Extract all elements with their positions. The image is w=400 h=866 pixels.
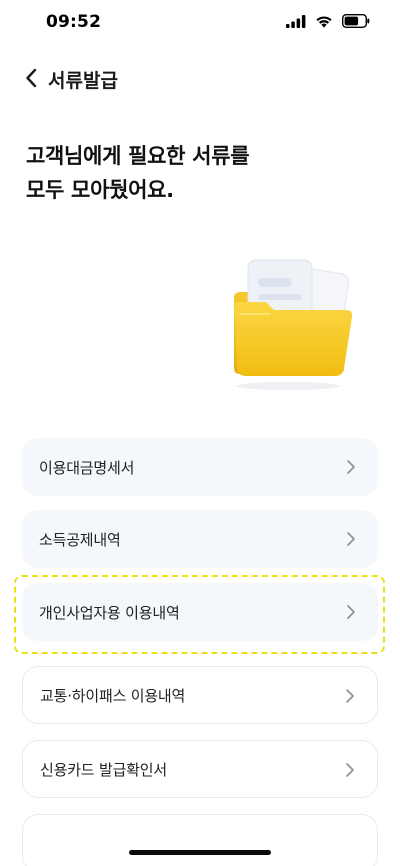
wifi-icon xyxy=(316,15,332,28)
list-item-label: 신용카드 발급확인서 xyxy=(40,760,167,779)
nav-bar: 서류발급 xyxy=(0,58,400,98)
chevron-left-icon xyxy=(26,68,37,88)
battery-icon xyxy=(342,14,370,28)
list-item-label: 개인사업자용 이용내역 xyxy=(39,603,180,622)
back-button[interactable] xyxy=(18,64,44,92)
list-item-label: 교통·하이패스 이용내역 xyxy=(40,686,186,705)
chevron-right-icon xyxy=(347,460,355,474)
headline-line-1: 고객님에게 필요한 서류를 xyxy=(26,144,250,168)
status-time: 09:52 xyxy=(46,12,102,32)
document-folder-icon xyxy=(233,259,353,390)
list-item-label: 이용대금명세서 xyxy=(39,458,135,477)
home-indicator xyxy=(129,850,271,855)
page-title: 서류발급 xyxy=(48,70,118,92)
list-item-card-issuance[interactable]: 신용카드 발급확인서 xyxy=(22,740,378,798)
list-item-transit-hipass[interactable]: 교통·하이패스 이용내역 xyxy=(22,666,378,724)
status-bar: 09:52 xyxy=(0,0,400,46)
list-item-business-usage[interactable]: 개인사업자용 이용내역 xyxy=(22,583,378,641)
list-item-income-deduction[interactable]: 소득공제내역 xyxy=(22,510,378,568)
status-icons xyxy=(286,14,370,28)
chevron-right-icon xyxy=(347,532,355,546)
headline-line-2: 모두 모아뒀어요. xyxy=(26,178,174,202)
list-item-label: 소득공제내역 xyxy=(39,530,121,549)
headline: 고객님에게 필요한 서류를 모두 모아뒀어요. xyxy=(26,139,250,207)
list-item-partial[interactable] xyxy=(22,814,378,866)
list-item-statement[interactable]: 이용대금명세서 xyxy=(22,438,378,496)
chevron-right-icon xyxy=(346,689,354,703)
chevron-right-icon xyxy=(346,763,354,777)
chevron-right-icon xyxy=(347,605,355,619)
cellular-signal-icon xyxy=(286,14,306,28)
